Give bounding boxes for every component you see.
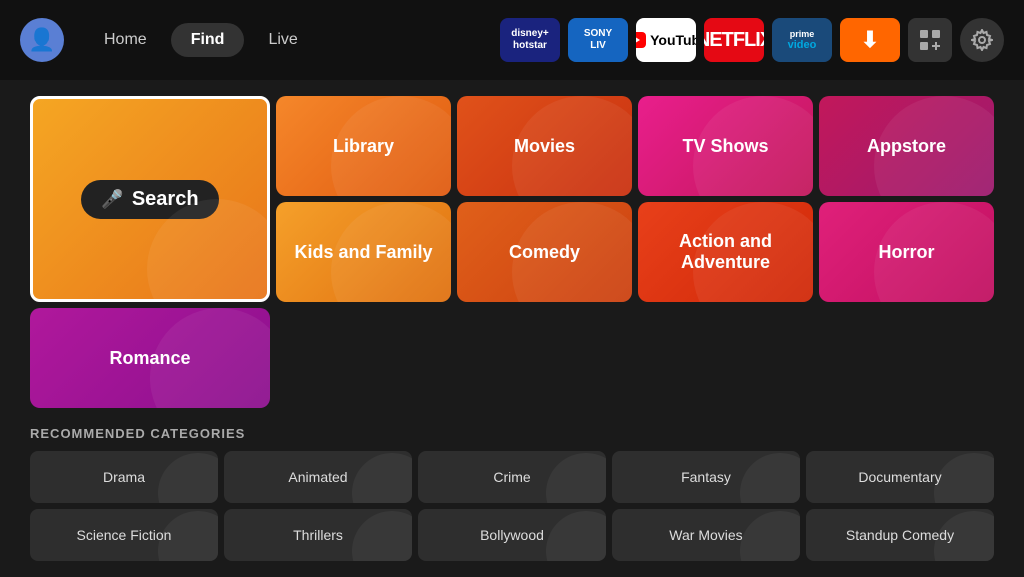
tile-search[interactable]: 🎤 Search [30,96,270,302]
rec-thrillers[interactable]: Thrillers [224,509,412,561]
rec-bollywood[interactable]: Bollywood [418,509,606,561]
header-apps: disney+hotstar SONYLIV YouTube NETFLIX p… [500,18,1004,62]
tile-action-label: Action and Adventure [638,231,813,273]
app-netflix[interactable]: NETFLIX [704,18,764,62]
tile-kids[interactable]: Kids and Family [276,202,451,302]
tile-tvshows-label: TV Shows [672,136,778,157]
app-prime[interactable]: prime video [772,18,832,62]
app-youtube[interactable]: YouTube [636,18,696,62]
recommended-grid: Drama Animated Crime Fantasy Documentary… [30,451,994,561]
recommended-label: RECOMMENDED CATEGORIES [30,426,994,441]
app-hotstar[interactable]: disney+hotstar [500,18,560,62]
nav-live[interactable]: Live [248,23,317,57]
tile-horror[interactable]: Horror [819,202,994,302]
tile-romance[interactable]: Romance [30,308,270,408]
mic-icon: 🎤 [101,189,123,210]
tile-library-label: Library [323,136,404,157]
nav-home[interactable]: Home [84,23,167,57]
settings-button[interactable] [960,18,1004,62]
tile-action[interactable]: Action and Adventure [638,202,813,302]
rec-standup[interactable]: Standup Comedy [806,509,994,561]
rec-crime[interactable]: Crime [418,451,606,503]
tile-comedy-label: Comedy [499,242,590,263]
rec-drama[interactable]: Drama [30,451,218,503]
search-pill[interactable]: 🎤 Search [81,180,218,219]
tile-movies[interactable]: Movies [457,96,632,196]
tile-horror-label: Horror [868,242,944,263]
tile-tvshows[interactable]: TV Shows [638,96,813,196]
app-sonyliv[interactable]: SONYLIV [568,18,628,62]
rec-scifi[interactable]: Science Fiction [30,509,218,561]
app-downloader[interactable]: ⬇ [840,18,900,62]
tile-movies-label: Movies [504,136,585,157]
header: 👤 Home Find Live disney+hotstar SONYLIV … [0,0,1024,80]
app-grid-button[interactable] [908,18,952,62]
avatar[interactable]: 👤 [20,18,64,62]
nav-find[interactable]: Find [171,23,245,57]
tile-library[interactable]: Library [276,96,451,196]
rec-documentary[interactable]: Documentary [806,451,994,503]
tile-kids-label: Kids and Family [284,242,442,263]
tile-appstore-label: Appstore [857,136,956,157]
rec-warmovies[interactable]: War Movies [612,509,800,561]
recommended-section: RECOMMENDED CATEGORIES Drama Animated Cr… [30,426,994,561]
main-content: 🎤 Search Library Movies TV Shows Appstor… [0,80,1024,577]
nav-bar: Home Find Live [84,23,318,57]
tile-comedy[interactable]: Comedy [457,202,632,302]
category-grid: 🎤 Search Library Movies TV Shows Appstor… [30,96,994,408]
search-label: Search [132,188,199,211]
rec-fantasy[interactable]: Fantasy [612,451,800,503]
tile-romance-label: Romance [99,348,200,369]
rec-animated[interactable]: Animated [224,451,412,503]
tile-appstore[interactable]: Appstore [819,96,994,196]
